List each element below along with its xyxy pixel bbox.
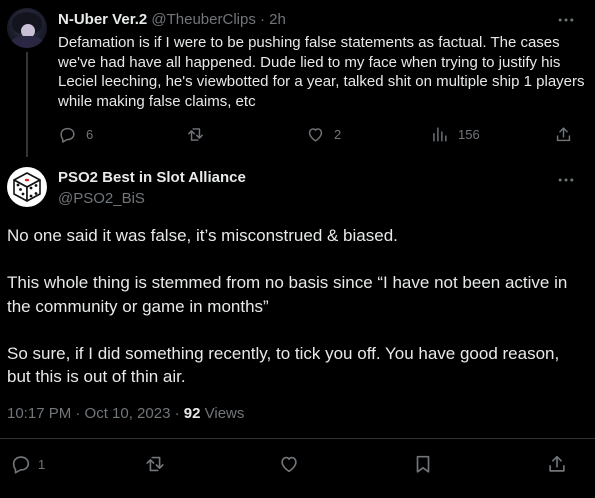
views-count: 92 — [183, 405, 201, 422]
more-horizontal-icon[interactable] — [556, 170, 576, 190]
bar-chart-icon — [433, 126, 447, 142]
display-name[interactable]: N-Uber Ver.2 — [58, 11, 147, 28]
avatar-body — [11, 36, 43, 48]
repost-button[interactable] — [186, 122, 214, 146]
display-name[interactable]: PSO2 Best in Slot Alliance — [58, 169, 246, 186]
reply-button[interactable]: 6 — [58, 122, 93, 146]
avatar[interactable] — [7, 8, 47, 48]
like-count: 2 — [334, 126, 342, 142]
bookmark-button[interactable] — [412, 452, 434, 476]
views-button[interactable]: 156 — [430, 122, 480, 146]
separator-dot: · — [170, 405, 184, 422]
reply-count: 1 — [38, 456, 46, 472]
heart-icon — [281, 456, 297, 473]
heart-icon — [308, 127, 323, 142]
divider — [0, 438, 595, 439]
like-button[interactable]: 2 — [306, 122, 341, 146]
views-label: Views — [200, 405, 245, 422]
tweet-paragraph: This whole thing is stemmed from no basi… — [7, 273, 568, 316]
reply-count: 6 — [86, 126, 94, 142]
separator-dot: · — [260, 11, 265, 28]
repost-arrows-icon — [146, 456, 164, 472]
repost-button[interactable] — [144, 452, 166, 476]
reply-button[interactable]: 1 — [10, 452, 45, 476]
main-tweet-text: No one said it was false, it’s misconstr… — [7, 224, 587, 412]
tweet-paragraph: No one said it was false, it’s misconstr… — [7, 226, 398, 245]
speech-bubble-icon — [60, 127, 75, 143]
dice-logo-icon — [13, 172, 41, 202]
repost-arrows-icon — [188, 127, 203, 141]
post-time[interactable]: 2h — [269, 11, 286, 28]
share-button[interactable] — [546, 452, 568, 476]
reply-header: N-Uber Ver.2 @TheuberClips · 2h — [58, 11, 286, 29]
thread-connector-line — [26, 52, 28, 157]
bookmark-icon — [416, 455, 430, 473]
more-horizontal-icon[interactable] — [556, 10, 576, 30]
tweet-metadata: 10:17 PM · Oct 10, 2023 · 92 Views — [7, 405, 244, 422]
main-action-bar: 1 — [0, 452, 595, 476]
share-upload-icon — [556, 126, 571, 141]
user-handle[interactable]: @PSO2_BiS — [58, 190, 145, 207]
views-count: 156 — [458, 126, 480, 142]
share-button[interactable] — [554, 122, 573, 146]
reply-tweet-text: Defamation is if I were to be pushing fa… — [58, 34, 585, 110]
post-timestamp[interactable]: 10:17 PM · Oct 10, 2023 — [7, 405, 170, 422]
user-handle[interactable]: @TheuberClips — [151, 11, 255, 28]
speech-bubble-icon — [12, 456, 30, 474]
tweet-paragraph: So sure, if I did something recently, to… — [7, 343, 560, 387]
reply-tweet[interactable]: N-Uber Ver.2 @TheuberClips · 2h Defamati… — [0, 0, 595, 157]
share-upload-icon — [549, 455, 565, 472]
avatar[interactable] — [7, 167, 47, 207]
like-button[interactable] — [278, 452, 300, 476]
reply-action-bar: 6 2 156 — [58, 122, 578, 146]
